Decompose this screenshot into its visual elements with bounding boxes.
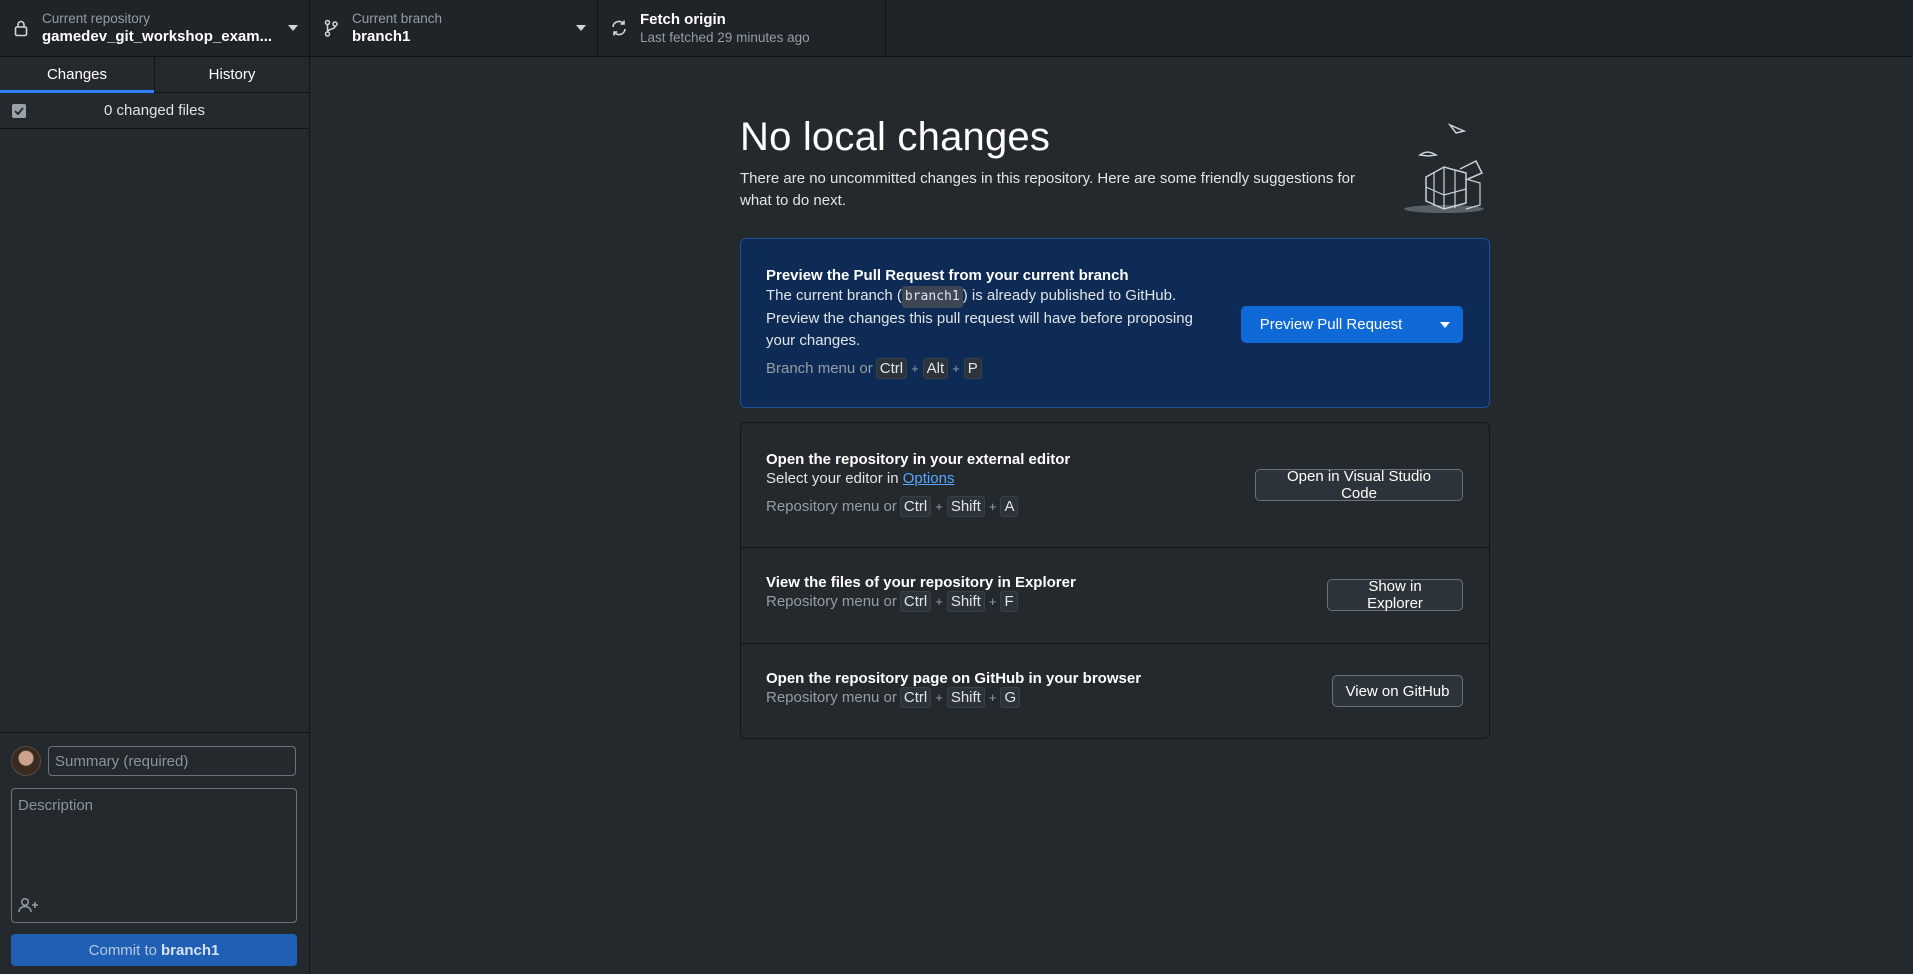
pr-text-line2: Preview the changes this pull request wi… <box>766 310 1193 349</box>
commit-button[interactable]: Commit to branch1 <box>11 934 297 966</box>
open-editor-shortcut-hint: Repository menu or Ctrl + Shift + A <box>766 496 1070 517</box>
commit-area: Commit to branch1 <box>0 732 309 974</box>
pr-card-title: Preview the Pull Request from your curre… <box>766 267 1129 284</box>
key-g: G <box>1000 687 1021 708</box>
current-repository-button[interactable]: Current repository gamedev_git_workshop_… <box>0 0 310 56</box>
changed-files-count: 0 changed files <box>104 102 205 119</box>
key-p: P <box>963 358 982 379</box>
key-alt: Alt <box>922 358 949 379</box>
preview-pull-request-label: Preview Pull Request <box>1259 316 1403 333</box>
sidebar: Changes History 0 changed files Commit t… <box>0 57 310 974</box>
lock-icon <box>0 19 42 37</box>
key-f: F <box>1000 591 1018 612</box>
suggestions-card: Open the repository in your external edi… <box>740 422 1490 739</box>
current-branch-value: branch1 <box>352 28 411 45</box>
page-subtitle: There are no uncommitted changes in this… <box>740 170 1356 209</box>
open-in-vscode-button[interactable]: Open in Visual Studio Code <box>1255 468 1463 502</box>
current-repository-label: Current repository <box>42 11 151 26</box>
last-fetched-text: Last fetched 29 minutes ago <box>640 30 810 45</box>
current-branch-label: Current branch <box>352 11 443 26</box>
options-link[interactable]: Options <box>903 470 955 487</box>
changed-files-header: 0 changed files <box>0 93 309 129</box>
key-shift: Shift <box>946 591 985 612</box>
sidebar-tabs: Changes History <box>0 57 309 93</box>
check-icon <box>14 107 24 115</box>
explorer-hint-prefix: Repository menu or <box>766 593 897 610</box>
open-editor-title: Open the repository in your external edi… <box>766 451 1071 468</box>
commit-button-branch: branch1 <box>160 941 220 959</box>
pr-text-before: The current branch ( <box>766 287 902 304</box>
empty-state-illustration-icon <box>1400 117 1490 217</box>
show-in-explorer-row: View the files of your repository in Exp… <box>741 547 1489 643</box>
sync-icon <box>598 19 640 37</box>
show-in-explorer-title: View the files of your repository in Exp… <box>766 574 1076 591</box>
open-editor-text: Select your editor in <box>766 470 899 487</box>
pr-branch-code: branch1 <box>901 286 963 308</box>
view-on-github-button[interactable]: View on GitHub <box>1332 675 1463 707</box>
show-in-explorer-button[interactable]: Show in Explorer <box>1327 578 1463 612</box>
description-box <box>11 788 297 923</box>
chevron-down-icon <box>565 25 597 31</box>
current-repository-value: gamedev_git_workshop_exam... <box>42 28 273 45</box>
key-ctrl: Ctrl <box>875 358 908 379</box>
key-ctrl: Ctrl <box>899 496 932 517</box>
tab-history[interactable]: History <box>155 57 309 92</box>
key-shift: Shift <box>946 687 985 708</box>
avatar <box>11 746 41 776</box>
key-ctrl: Ctrl <box>899 687 932 708</box>
open-editor-row: Open the repository in your external edi… <box>741 423 1489 547</box>
git-branch-icon <box>310 19 352 37</box>
fetch-origin-button[interactable]: Fetch origin Last fetched 29 minutes ago <box>598 0 886 56</box>
pr-text-after: ) is already published to GitHub. <box>962 287 1177 304</box>
pr-shortcut-hint: Branch menu or Ctrl + Alt + P <box>766 358 1206 379</box>
view-on-github-shortcut-hint: Repository menu or Ctrl + Shift + G <box>766 687 1141 708</box>
key-shift: Shift <box>946 496 985 517</box>
key-ctrl: Ctrl <box>899 591 932 612</box>
chevron-down-icon <box>277 25 309 31</box>
current-branch-button[interactable]: Current branch branch1 <box>310 0 598 56</box>
view-on-github-title: Open the repository page on GitHub in yo… <box>766 670 1142 687</box>
pr-hint-prefix: Branch menu or <box>766 360 873 377</box>
github-hint-prefix: Repository menu or <box>766 689 897 706</box>
toolbar: Current repository gamedev_git_workshop_… <box>0 0 1913 57</box>
description-input[interactable] <box>12 789 296 889</box>
preview-pull-request-card: Preview the Pull Request from your curre… <box>740 238 1490 408</box>
tab-changes[interactable]: Changes <box>0 57 155 93</box>
add-coauthor-icon[interactable] <box>18 897 40 917</box>
fetch-origin-label: Fetch origin <box>640 11 726 28</box>
key-a: A <box>1000 496 1019 517</box>
editor-hint-prefix: Repository menu or <box>766 498 897 515</box>
view-on-github-row: Open the repository page on GitHub in yo… <box>741 643 1489 739</box>
select-all-checkbox[interactable] <box>12 104 26 118</box>
commit-button-prefix: Commit to <box>88 941 157 959</box>
page-title: No local changes <box>740 115 1051 159</box>
preview-pull-request-button[interactable]: Preview Pull Request <box>1241 306 1463 343</box>
summary-input[interactable] <box>48 746 296 776</box>
chevron-down-icon[interactable] <box>1427 321 1463 328</box>
show-in-explorer-shortcut-hint: Repository menu or Ctrl + Shift + F <box>766 591 1076 612</box>
